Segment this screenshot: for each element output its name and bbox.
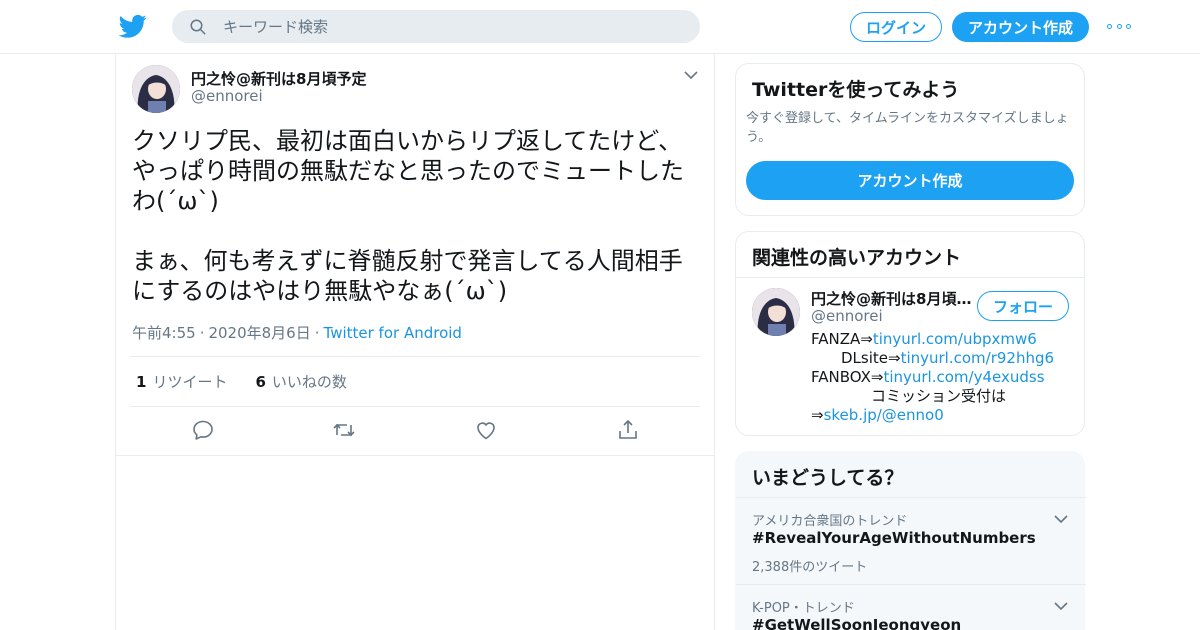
bio-link[interactable]: tinyurl.com/r92hhg6: [901, 349, 1054, 367]
retweet-count[interactable]: 1: [136, 373, 146, 391]
bio-link[interactable]: tinyurl.com/y4exudss: [883, 368, 1044, 386]
signup-button[interactable]: アカウント作成: [952, 12, 1089, 42]
tweet-actions: [116, 418, 715, 444]
search-bar: [172, 10, 700, 43]
retweet-icon[interactable]: [332, 418, 356, 442]
bio-text: FANBOX⇒: [811, 368, 884, 386]
like-count[interactable]: 6: [255, 373, 265, 391]
author-avatar[interactable]: [132, 65, 180, 113]
separator-dot: ·: [314, 324, 320, 342]
trends-title: いまどうしてる？: [752, 467, 904, 489]
signup-card: Twitterを使ってみよう 今すぐ登録して、タイムラインをカスタマイズしましょ…: [735, 63, 1085, 216]
tweet-column: 円之怜@新刊は8月頃予定 @ennorei クソリプ民、最初は面白いからリプ返し…: [115, 54, 715, 630]
bio-text: FANZA⇒: [811, 330, 873, 348]
top-bar: ログイン アカウント作成: [0, 0, 1200, 54]
bio-text: ⇒: [811, 406, 824, 424]
chevron-down-icon[interactable]: [684, 70, 698, 80]
share-icon[interactable]: [616, 418, 640, 442]
separator-dot: ·: [199, 324, 205, 342]
search-icon: [190, 19, 206, 34]
trend-context: K-POP・トレンド: [752, 601, 855, 616]
related-accounts-card: 関連性の高いアカウント 円之怜@新刊は8月頃予定 @ennorei フォロー F…: [735, 231, 1085, 436]
trend-context: アメリカ合衆国のトレンド: [752, 514, 908, 529]
tweet-meta: 午前4:55 · 2020年8月6日 · Twitter for Android: [132, 322, 462, 343]
reply-icon[interactable]: [191, 418, 215, 442]
signup-card-description: 今すぐ登録して、タイムラインをカスタマイズしましょう。: [746, 111, 1069, 145]
signup-card-button[interactable]: アカウント作成: [746, 161, 1074, 200]
more-options-icon[interactable]: [1107, 18, 1131, 34]
tweet-time[interactable]: 午前4:55: [132, 324, 196, 342]
twitter-bird-icon[interactable]: [119, 12, 147, 40]
divider: [736, 277, 1084, 278]
trend-item[interactable]: K-POP・トレンド #GetWellSoonJeongyeon: [736, 585, 1086, 630]
bio-text: コミッション受付は: [871, 387, 1007, 405]
related-account-name[interactable]: 円之怜@新刊は8月頃予定: [811, 288, 973, 309]
related-account-handle[interactable]: @ennorei: [811, 307, 883, 325]
tweet-date[interactable]: 2020年8月6日: [208, 324, 310, 342]
trends-card: いまどうしてる？ アメリカ合衆国のトレンド #RevealYourAgeWith…: [735, 451, 1086, 630]
like-heart-icon[interactable]: [474, 418, 498, 442]
signup-card-title: Twitterを使ってみよう: [752, 79, 960, 101]
login-button[interactable]: ログイン: [850, 12, 942, 42]
author-name[interactable]: 円之怜@新刊は8月頃予定: [191, 68, 366, 89]
tweet-card: 円之怜@新刊は8月頃予定 @ennorei クソリプ民、最初は面白いからリプ返し…: [116, 54, 715, 456]
tweet-text: クソリプ民、最初は面白いからリプ返してたけど、やっぱり時間の無駄だなと思ったので…: [132, 127, 684, 305]
bio-link[interactable]: tinyurl.com/ubpxmw6: [873, 330, 1037, 348]
bio-text: DLsite⇒: [841, 349, 901, 367]
trend-hashtag[interactable]: #RevealYourAgeWithoutNumbers: [752, 529, 1036, 547]
search-input[interactable]: [223, 17, 663, 36]
trend-tweet-count: 2,388件のツイート: [752, 560, 868, 575]
chevron-down-icon[interactable]: [1054, 601, 1068, 611]
tweet-source[interactable]: Twitter for Android: [324, 324, 462, 342]
trend-hashtag[interactable]: #GetWellSoonJeongyeon: [752, 616, 961, 630]
related-accounts-title: 関連性の高いアカウント: [752, 247, 962, 269]
bio-link[interactable]: skeb.jp/@enno0: [824, 406, 944, 424]
like-label[interactable]: いいねの数: [272, 371, 347, 392]
tweet-stats: 1 リツイート 6 いいねの数: [130, 356, 700, 407]
author-handle[interactable]: @ennorei: [191, 87, 263, 105]
trend-item[interactable]: アメリカ合衆国のトレンド #RevealYourAgeWithoutNumber…: [736, 498, 1086, 584]
related-account-bio: FANZA⇒tinyurl.com/ubpxmw6 DLsite⇒tinyurl…: [811, 330, 1076, 425]
chevron-down-icon[interactable]: [1054, 514, 1068, 524]
follow-button[interactable]: フォロー: [977, 291, 1069, 321]
related-account-avatar[interactable]: [752, 288, 800, 336]
retweet-label[interactable]: リツイート: [152, 371, 227, 392]
